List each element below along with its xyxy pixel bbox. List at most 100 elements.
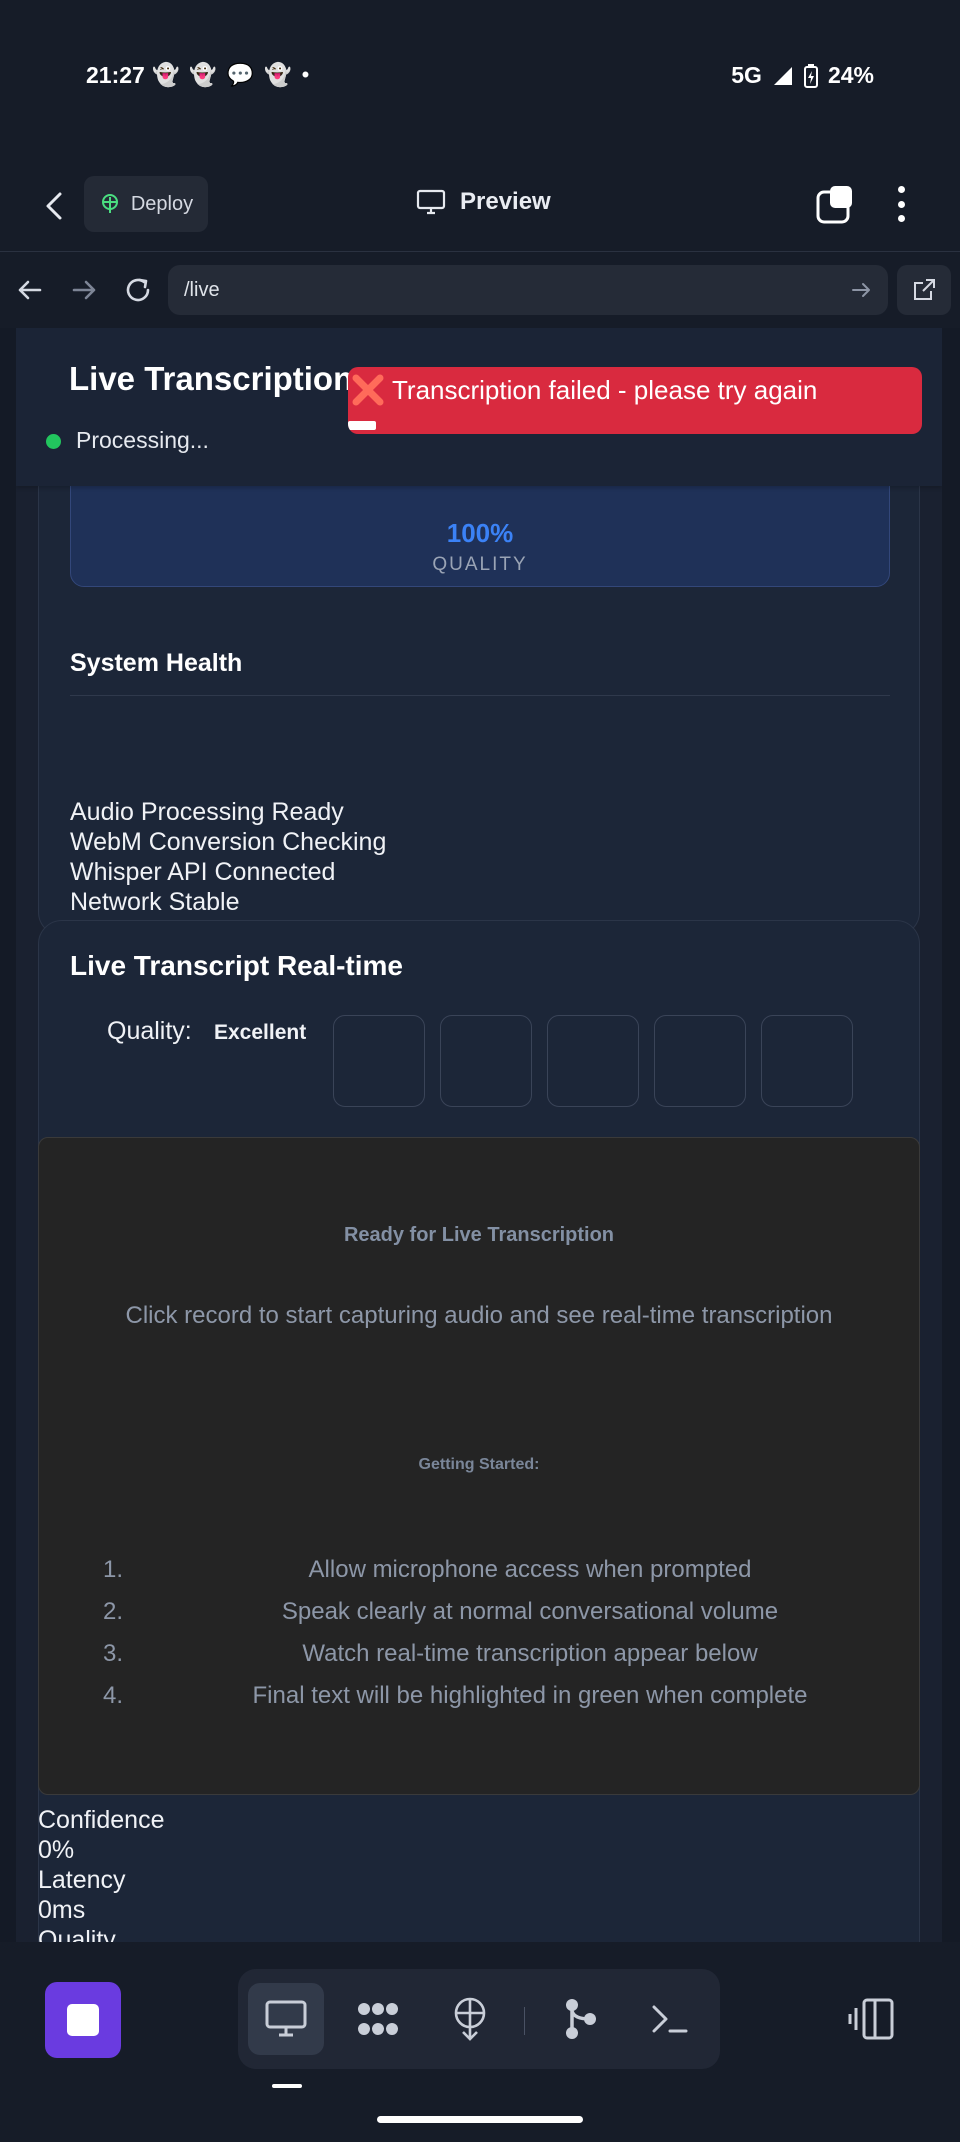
git-icon (566, 1999, 596, 2039)
deploy-icon (454, 1997, 486, 2041)
confidence-value: 0% (38, 1836, 75, 1864)
desktop-icon (265, 2000, 307, 2037)
git-tool-button[interactable] (542, 1983, 618, 2055)
chevron-left-icon (46, 192, 62, 220)
url-input[interactable]: /live (168, 265, 888, 315)
audio-level-bar (654, 1015, 746, 1107)
deploy-icon (101, 194, 118, 213)
transcript-panel: Ready for Live Transcription Click recor… (38, 1137, 920, 1795)
error-x-icon (352, 374, 384, 406)
system-health-title: System Health (70, 649, 243, 677)
health-item: WebM Conversion Checking (70, 828, 387, 856)
snapchat-icon: 👻 (189, 62, 227, 87)
deploy-button[interactable]: Deploy (84, 176, 208, 232)
ready-subtitle: Click record to start capturing audio an… (125, 1302, 833, 1329)
health-item: Audio Processing Ready (70, 798, 344, 826)
status-text: Processing... (76, 427, 209, 453)
arrow-right-icon (72, 280, 96, 300)
steps-list: 1. Allow microphone access when prompted… (39, 1556, 921, 1724)
battery-icon (803, 63, 818, 88)
health-item: Whisper API Connected (70, 858, 336, 886)
audio-level-bar (333, 1015, 425, 1107)
step-text: Watch real-time transcription appear bel… (302, 1640, 758, 1667)
confidence-label: Confidence (38, 1806, 165, 1834)
quality-stat-label: Quality (38, 1926, 116, 1942)
arrow-left-icon (18, 280, 42, 300)
divider (524, 2007, 525, 2035)
live-transcript-title: Live Transcript Real-time (70, 950, 404, 981)
browser-back-button[interactable] (10, 270, 50, 310)
system-health-list: Audio Processing Ready WebM Conversion C… (70, 797, 386, 917)
signal-icon (773, 66, 792, 85)
battery-level: 24% (827, 62, 874, 88)
list-item: 1. Allow microphone access when prompted (39, 1556, 921, 1598)
app-bar: Deploy Preview (0, 160, 960, 252)
health-item: Network Stable (70, 888, 240, 916)
terminal-tool-button[interactable] (632, 1983, 708, 2055)
step-text: Speak clearly at normal conversational v… (281, 1598, 779, 1625)
list-item: 2. Speak clearly at normal conversationa… (39, 1598, 921, 1640)
step-number: 4. (103, 1682, 124, 1709)
browser-forward-button[interactable] (64, 270, 104, 310)
step-text: Allow microphone access when prompted (308, 1556, 752, 1583)
deploy-label: Deploy (130, 192, 194, 215)
external-link-icon (914, 279, 935, 300)
desktop-tool-button[interactable] (248, 1983, 324, 2055)
quality-label: Quality: (107, 1017, 192, 1045)
notification-icons: 👻👻💬👻• (152, 62, 319, 88)
preview-title: Preview (416, 188, 551, 216)
getting-started-heading: Getting Started: (418, 1456, 540, 1473)
transcript-stats: Confidence 0% Latency 0ms Quality (38, 1805, 164, 1942)
network-label: 5G (731, 62, 762, 88)
reload-icon (126, 278, 150, 302)
snapchat-icon: 👻 (152, 62, 190, 87)
agents-tool-button[interactable] (340, 1983, 416, 2055)
preview-label: Preview (460, 188, 551, 215)
bottom-toolbar (0, 1942, 960, 2142)
stop-icon (67, 2004, 99, 2036)
error-toast[interactable]: Transcription failed - please try again (348, 367, 922, 434)
reload-button[interactable] (118, 270, 158, 310)
status-time: 21:27 (86, 62, 145, 88)
list-item: 4. Final text will be highlighted in gre… (39, 1682, 921, 1724)
step-number: 2. (103, 1598, 124, 1625)
list-item: 3. Watch real-time transcription appear … (39, 1640, 921, 1682)
terminal-icon (652, 2005, 688, 2033)
open-external-button[interactable] (897, 265, 951, 315)
toast-message: Transcription failed - please try again (392, 375, 818, 405)
messenger-icon: 💬 (226, 62, 265, 87)
stop-button[interactable] (45, 1982, 121, 2058)
dot-icon: • (301, 62, 320, 87)
active-tool-indicator (272, 2084, 302, 2088)
page-title: Live Transcription (69, 360, 354, 397)
quality-value: 100% (446, 518, 514, 548)
deploy-tool-button[interactable] (432, 1983, 508, 2055)
tabs-button[interactable] (814, 182, 856, 226)
ready-title: Ready for Live Transcription (343, 1224, 615, 1246)
status-bar: 21:27 👻👻💬👻• 5G 24% (0, 0, 960, 160)
monitor-icon (416, 189, 446, 215)
toast-progress-bar (348, 421, 376, 430)
live-transcript-card: Live Transcript Real-time Quality: Excel… (38, 920, 920, 1942)
step-text: Final text will be highlighted in green … (252, 1682, 808, 1709)
latency-label: Latency (38, 1866, 126, 1894)
browser-toolbar: /live (0, 252, 960, 328)
quality-label: QUALITY (432, 554, 528, 575)
more-options-button[interactable] (886, 182, 916, 226)
divider (70, 695, 890, 696)
tool-group (238, 1969, 720, 2069)
layout-toggle-button[interactable] (848, 1994, 898, 2044)
status-indicator (46, 434, 61, 449)
step-number: 1. (103, 1556, 124, 1583)
back-button[interactable] (36, 184, 76, 228)
tabs-icon (816, 186, 852, 224)
step-number: 3. (103, 1640, 124, 1667)
home-indicator[interactable] (377, 2116, 583, 2123)
quality-rating: Excellent (214, 1021, 307, 1044)
audio-level-bar (547, 1015, 639, 1107)
snapchat-icon: 👻 (264, 62, 302, 87)
latency-value: 0ms (38, 1896, 86, 1924)
audio-level-bar (440, 1015, 532, 1107)
go-arrow-icon[interactable] (848, 277, 874, 303)
audio-level-bar (761, 1015, 853, 1107)
